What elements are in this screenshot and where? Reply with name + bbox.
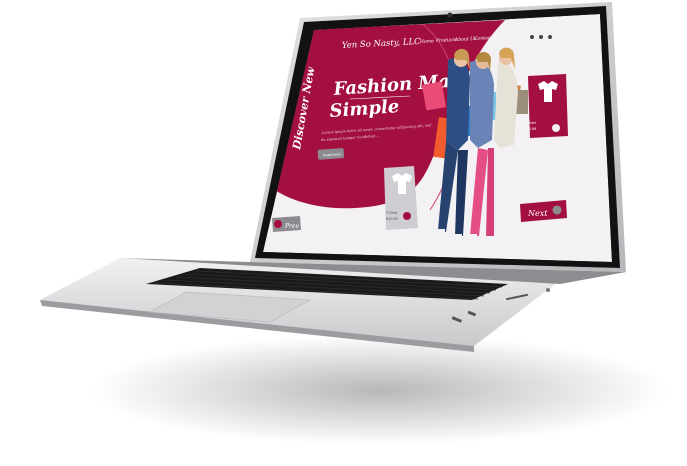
laptop-mockup: Yen So Nasty, LLC Home Products About Us…: [0, 0, 687, 466]
next-arrow-icon: [552, 205, 562, 215]
power-indicator: [546, 288, 550, 292]
product-card-right-price: $10.99: [524, 126, 537, 131]
floor-shadow: [90, 335, 670, 445]
product-card-right-dot[interactable]: [552, 124, 560, 132]
cart-icon[interactable]: [530, 35, 534, 39]
website-screen: Yen So Nasty, LLC Home Products About Us…: [263, 14, 612, 262]
search-icon[interactable]: [548, 35, 552, 39]
camera-icon: [447, 12, 453, 18]
product-card-bottom-price: $10.99: [386, 217, 398, 221]
nav-home[interactable]: Home: [419, 38, 434, 45]
read-more-button[interactable]: Read more: [317, 148, 345, 160]
prev-button[interactable]: Prev: [272, 216, 301, 232]
product-card-bottom-dot[interactable]: [403, 212, 411, 220]
product-card-bottom-name: T-Shirt: [386, 211, 398, 215]
prev-label: Prev: [284, 223, 299, 230]
user-icon[interactable]: [539, 35, 543, 39]
laptop-illustration: Yen So Nasty, LLC Home Products About Us…: [40, 2, 670, 445]
product-card-bottom[interactable]: T-Shirt $10.99: [384, 166, 418, 230]
next-label: Next: [527, 209, 548, 218]
product-card-right[interactable]: T-Shirt $10.99: [524, 74, 568, 138]
product-card-right-name: T-Shirt: [524, 120, 537, 125]
prev-arrow-icon: [274, 220, 282, 228]
